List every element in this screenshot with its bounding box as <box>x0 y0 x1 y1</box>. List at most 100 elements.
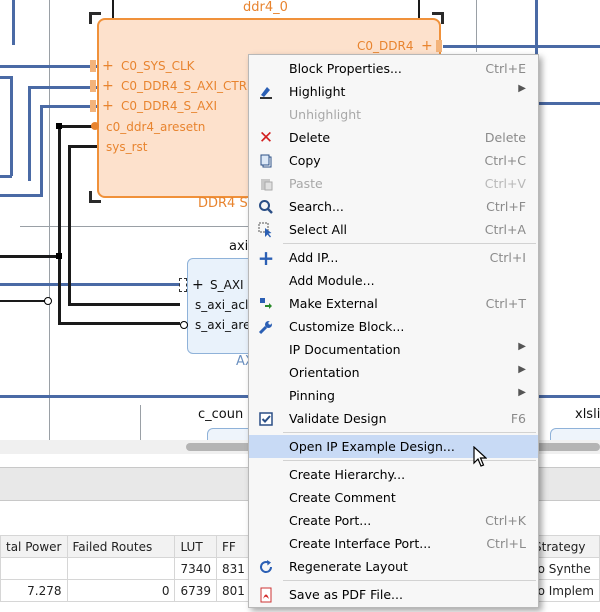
menu-item-shortcut: Ctrl+T <box>485 296 526 311</box>
menu-item-label: Orientation <box>289 365 360 380</box>
menu-item-add-ip[interactable]: + Add IP... Ctrl+I <box>249 246 538 270</box>
menu-item-highlight[interactable]: Highlight ▶ <box>249 80 538 103</box>
axi-instance-name: axi <box>229 239 249 254</box>
expand-icon[interactable]: + <box>421 39 433 53</box>
bus-wire[interactable] <box>443 45 600 48</box>
menu-item-orientation[interactable]: Orientation ▶ <box>249 361 538 384</box>
signal-wire[interactable] <box>0 255 62 258</box>
menu-item-shortcut: Ctrl+I <box>489 250 526 265</box>
menu-item-label: Add IP... <box>289 250 339 265</box>
signal-wire[interactable] <box>112 0 114 18</box>
selection-corner <box>89 191 92 203</box>
signal-wire[interactable] <box>58 125 61 325</box>
grid-line <box>140 405 141 440</box>
signal-wire[interactable] <box>68 303 180 306</box>
column-header[interactable]: LUT <box>174 535 217 558</box>
expand-icon[interactable]: + <box>192 277 204 293</box>
port-label: s_axi_are <box>195 318 251 332</box>
expand-icon[interactable]: + <box>102 59 114 73</box>
bus-wire[interactable] <box>28 86 31 181</box>
copy-icon <box>257 152 275 170</box>
menu-item-make-external[interactable]: Make External Ctrl+T <box>249 292 538 315</box>
bus-wire[interactable] <box>40 105 43 195</box>
bus-wire[interactable] <box>0 65 98 68</box>
bus-wire[interactable] <box>12 0 15 45</box>
port-label: sys_rst <box>106 140 148 154</box>
bus-wire[interactable] <box>0 194 43 197</box>
menu-item-create-port[interactable]: Create Port... Ctrl+K <box>249 509 538 532</box>
bus-wire[interactable] <box>28 86 98 89</box>
menu-separator <box>283 243 536 244</box>
menu-item-label: Pinning <box>289 388 335 403</box>
regenerate-icon <box>257 558 275 576</box>
menu-item-shortcut: Ctrl+C <box>484 153 526 168</box>
table-cell: 831 <box>216 557 252 580</box>
port-label: C0_SYS_CLK <box>121 59 195 73</box>
menu-item-label: Highlight <box>289 84 346 99</box>
signal-wire[interactable] <box>68 145 71 305</box>
menu-item-copy[interactable]: Copy Ctrl+C <box>249 149 538 172</box>
menu-item-customize-block[interactable]: Customize Block... <box>249 315 538 338</box>
menu-item-shortcut: Delete <box>484 130 526 145</box>
menu-item-open-ip-example-design[interactable]: Open IP Example Design... <box>249 435 538 458</box>
submenu-arrow-icon: ▶ <box>518 364 526 375</box>
menu-item-pinning[interactable]: Pinning ▶ <box>249 384 538 407</box>
menu-item-validate-design[interactable]: Validate Design F6 <box>249 407 538 430</box>
signal-wire[interactable] <box>418 0 420 18</box>
menu-item-create-hierarchy[interactable]: Create Hierarchy... <box>249 463 538 486</box>
column-header[interactable]: FF <box>216 535 252 558</box>
menu-item-shortcut: Ctrl+A <box>484 222 526 237</box>
menu-item-delete[interactable]: ✕ Delete Delete <box>249 126 538 149</box>
signal-wire[interactable] <box>58 322 180 325</box>
column-header[interactable]: Failed Routes <box>66 535 176 558</box>
submenu-arrow-icon: ▶ <box>518 387 526 398</box>
menu-item-label: Select All <box>289 222 348 237</box>
menu-item-save-as-pdf[interactable]: Save as PDF File... <box>249 583 538 606</box>
menu-item-search[interactable]: Search... Ctrl+F <box>249 195 538 218</box>
wrench-icon <box>257 318 275 336</box>
menu-item-ip-documentation[interactable]: IP Documentation ▶ <box>249 338 538 361</box>
port-marker <box>180 321 188 329</box>
signal-wire[interactable] <box>68 145 98 148</box>
menu-item-label: Save as PDF File... <box>289 587 403 602</box>
menu-item-select-all[interactable]: Select All Ctrl+A <box>249 218 538 241</box>
table-cell: 7340 <box>174 557 217 580</box>
menu-item-label: Paste <box>289 176 323 191</box>
column-header[interactable]: tal Power <box>0 535 68 558</box>
menu-item-unhighlight[interactable]: Unhighlight <box>249 103 538 126</box>
pdf-icon <box>257 586 275 604</box>
expand-icon[interactable]: + <box>102 79 114 93</box>
submenu-arrow-icon: ▶ <box>518 341 526 352</box>
make-external-icon <box>257 295 275 313</box>
menu-item-add-module[interactable]: Add Module... <box>249 269 538 292</box>
table-cell: 0 <box>66 579 176 602</box>
delete-icon: ✕ <box>258 128 274 148</box>
port-marker <box>90 80 96 92</box>
menu-item-label: Add Module... <box>289 273 375 288</box>
wire-junction <box>44 297 52 305</box>
signal-wire[interactable] <box>0 300 48 302</box>
table-cell: 6739 <box>174 579 217 602</box>
port-label: C0_DDR4 <box>357 39 414 53</box>
menu-item-create-interface-port[interactable]: Create Interface Port... Ctrl+L <box>249 532 538 555</box>
bus-wire[interactable] <box>10 76 13 176</box>
menu-item-label: Regenerate Layout <box>289 559 408 574</box>
paste-icon <box>257 175 275 193</box>
menu-item-create-comment[interactable]: Create Comment <box>249 486 538 509</box>
menu-item-shortcut: Ctrl+F <box>486 199 526 214</box>
menu-item-block-properties[interactable]: Block Properties... Ctrl+E <box>249 57 538 80</box>
port-label: S_AXI <box>210 278 244 292</box>
menu-item-paste[interactable]: Paste Ctrl+V <box>249 172 538 195</box>
table-cell: 7.278 <box>0 579 68 602</box>
port-label: C0_DDR4_S_AXI_CTRL <box>121 79 254 93</box>
expand-icon[interactable]: + <box>102 99 114 113</box>
bus-wire[interactable] <box>536 102 600 105</box>
selection-corner <box>89 12 92 24</box>
bus-wire[interactable] <box>0 175 12 178</box>
bus-wire[interactable] <box>0 283 180 286</box>
menu-item-label: Unhighlight <box>289 107 362 122</box>
menu-item-regenerate-layout[interactable]: Regenerate Layout <box>249 555 538 578</box>
xlslice-label: xlsli <box>575 407 600 422</box>
wire-junction <box>56 123 62 129</box>
menu-item-shortcut: Ctrl+K <box>485 513 526 528</box>
